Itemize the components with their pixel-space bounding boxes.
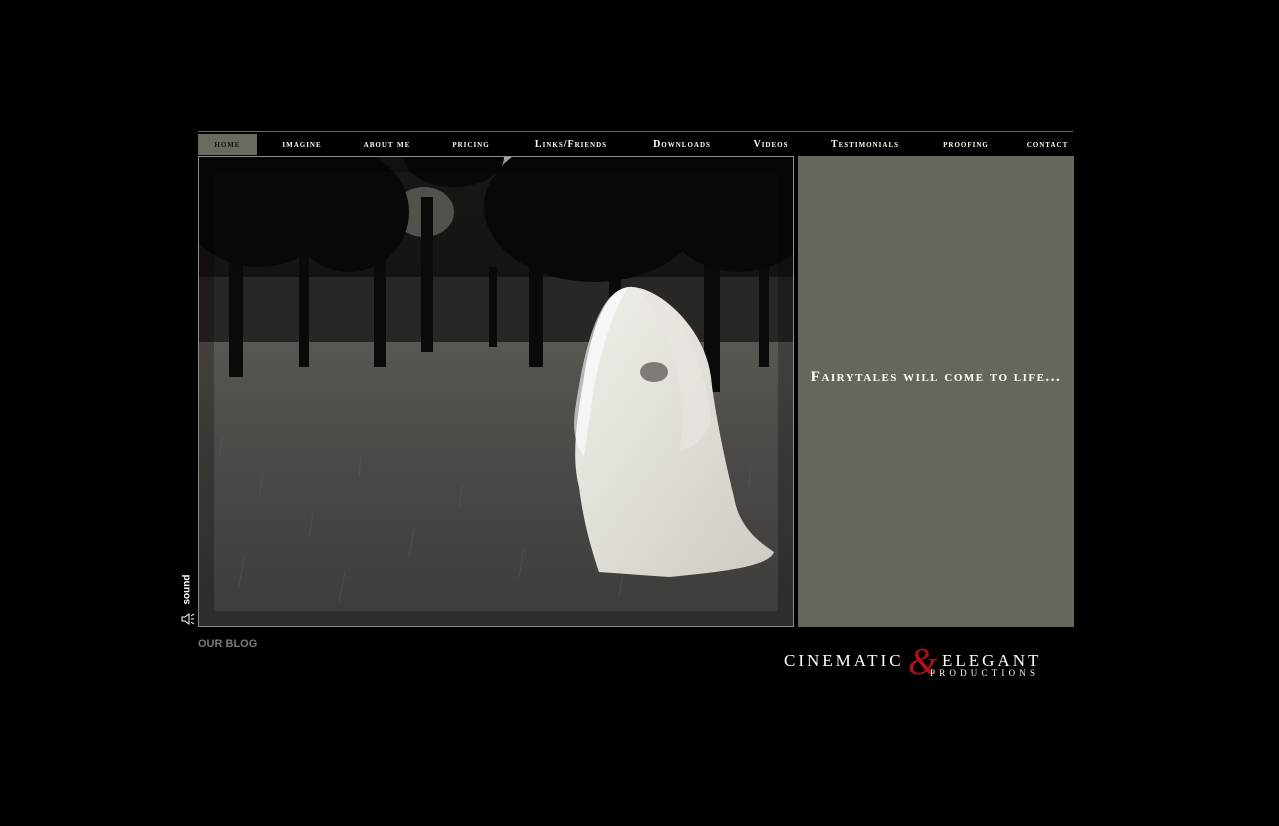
tagline-text: Fairytales will come to life... — [810, 369, 1062, 385]
tagline-panel: Fairytales will come to life... — [798, 156, 1074, 627]
bride-in-field-image — [199, 157, 793, 626]
main-nav: home imagine about me pricing Links/Frie… — [198, 131, 1073, 156]
nav-home[interactable]: home — [198, 134, 257, 155]
nav-pricing[interactable]: pricing — [446, 134, 496, 155]
nav-videos[interactable]: Videos — [747, 134, 795, 155]
logo-word-productions: PRODUCTIONS — [930, 668, 1039, 678]
logo-word-cinematic: CINEMATIC — [784, 651, 904, 670]
nav-links-friends[interactable]: Links/Friends — [524, 134, 618, 155]
speaker-icon — [181, 613, 195, 625]
nav-downloads[interactable]: Downloads — [644, 134, 720, 155]
page: home imagine about me pricing Links/Frie… — [0, 0, 1279, 826]
cinematic-elegant-logo: CINEMATIC & ELEGANT PRODUCTIONS — [784, 641, 1039, 683]
nav-about-me[interactable]: about me — [356, 134, 418, 155]
hero-photo — [198, 156, 794, 627]
nav-testimonials[interactable]: Testimonials — [820, 134, 910, 155]
sound-label: sound — [181, 574, 193, 605]
company-logo[interactable]: CINEMATIC & ELEGANT PRODUCTIONS — [782, 640, 1072, 683]
nav-imagine[interactable]: imagine — [274, 134, 330, 155]
nav-contact[interactable]: contact — [1022, 134, 1073, 155]
nav-proofing[interactable]: proofing — [936, 134, 996, 155]
sound-toggle[interactable]: sound — [179, 570, 197, 628]
blog-link[interactable]: OUR BLOG — [198, 638, 257, 650]
